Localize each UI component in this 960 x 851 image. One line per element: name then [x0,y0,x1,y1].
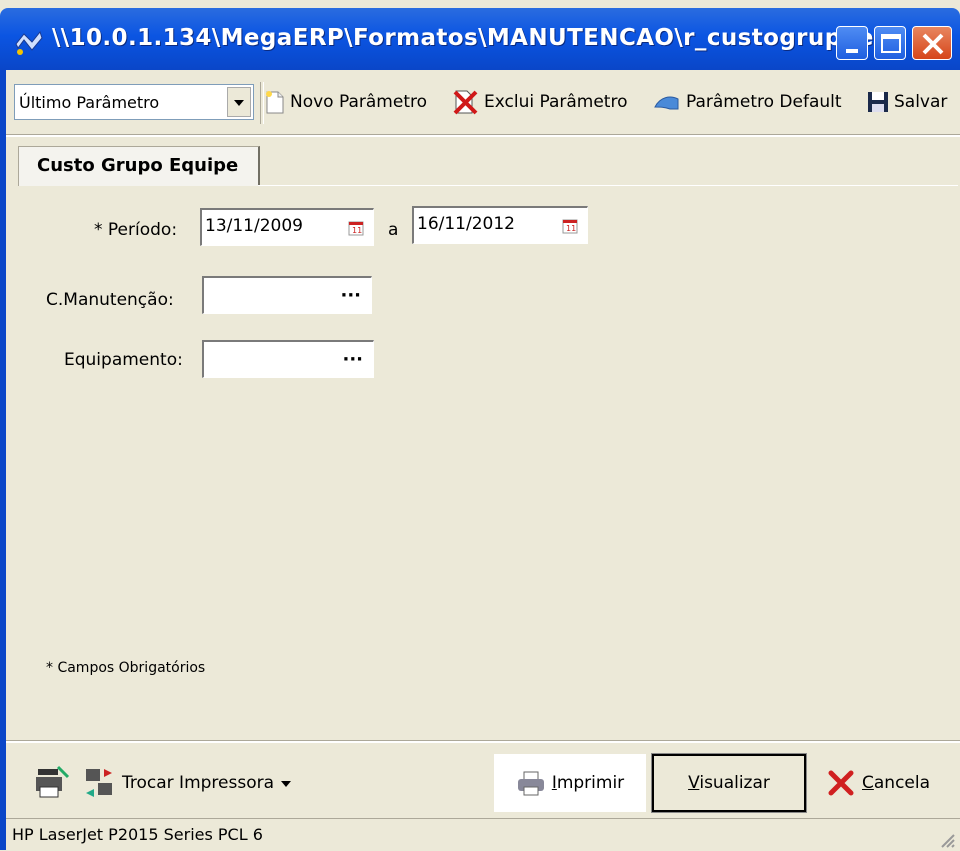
preview-mnemonic: V [688,773,700,793]
print-label: Imprimir [552,773,624,793]
change-printer-button[interactable]: Trocar Impressora [82,754,294,812]
svg-text:11: 11 [352,226,362,235]
cancel-label: Cancela [862,773,930,793]
delete-parameter-button[interactable]: Exclui Parâmetro [452,86,628,118]
cancel-label-rest: ancela [873,773,931,793]
change-printer-label: Trocar Impressora [122,773,275,793]
title-bar[interactable]: \\10.0.1.134\MegaERP\Formatos\MANUTENCAO… [0,8,960,70]
ellipsis-button[interactable]: ··· [342,349,363,370]
calendar-icon[interactable]: 11 [562,218,578,234]
close-icon [922,33,944,55]
maximize-icon [881,34,901,53]
svg-text:11: 11 [566,224,576,233]
parameter-select-value: Último Parâmetro [19,93,160,112]
app-icon [15,30,43,55]
minimize-icon [846,49,858,53]
resize-grip-icon[interactable] [936,829,956,849]
cancel-button[interactable]: Cancela [826,754,930,812]
window-title: \\10.0.1.134\MegaERP\Formatos\MANUTENCAO… [52,25,902,51]
manutencao-field[interactable]: ··· [202,276,372,314]
tab-label: Custo Grupo Equipe [37,155,239,176]
caret-down-icon [281,781,292,787]
delete-parameter-label: Exclui Parâmetro [484,92,628,112]
current-printer: HP LaserJet P2015 Series PCL 6 [12,825,263,844]
preview-label: Visualizar [688,773,770,793]
equipamento-field[interactable]: ··· [202,340,374,378]
cancel-x-icon [828,770,854,796]
maximize-button[interactable] [874,26,906,60]
panel-border [6,134,960,137]
swap-printer-icon [86,769,112,797]
dropdown-button[interactable] [227,87,251,117]
save-label: Salvar [894,92,948,112]
save-button[interactable]: Salvar [866,86,947,118]
required-fields-note: * Campos Obrigatórios [46,660,206,676]
preview-button[interactable]: Visualizar [651,753,807,813]
periodo-start-value: 13/11/2009 [205,216,303,236]
new-parameter-button[interactable]: Novo Parâmetro [264,86,427,118]
delete-document-icon [453,90,478,115]
cancel-mnemonic: C [862,773,874,793]
close-button[interactable] [912,26,952,60]
floppy-disk-icon [868,92,888,112]
periodo-label: * Período: [94,220,178,240]
status-bar: HP LaserJet P2015 Series PCL 6 [6,818,960,851]
equipamento-label: Equipamento: [64,350,183,370]
bottom-bar-border [6,740,960,743]
report-parameters-window: \\10.0.1.134\MegaERP\Formatos\MANUTENCAO… [0,0,960,851]
periodo-end-value: 16/11/2012 [417,214,515,234]
printer-setup-button[interactable] [34,754,72,812]
new-document-icon [266,91,284,114]
window-frame [0,70,6,850]
chevron-down-icon [234,100,244,106]
print-label-rest: mprimir [556,773,625,793]
periodo-start-field[interactable]: 13/11/2009 11 [200,208,374,246]
printer-icon [517,771,544,796]
calendar-icon[interactable]: 11 [348,220,364,236]
default-parameter-label: Parâmetro Default [686,92,842,112]
tab-divider [258,185,958,186]
ellipsis-button[interactable]: ··· [340,285,361,306]
toolbar: Último Parâmetro Novo Parâmetro Exclui P… [6,70,960,134]
new-parameter-label: Novo Parâmetro [290,92,427,112]
print-button[interactable]: Imprimir [494,754,646,812]
printer-setup-icon [36,765,70,798]
preview-label-rest: isualizar [699,773,770,793]
minimize-button[interactable] [836,26,868,60]
tab-custo-grupo-equipe[interactable]: Custo Grupo Equipe [18,146,260,186]
periodo-separator: a [388,220,399,240]
default-arrow-icon [654,96,679,110]
default-parameter-button[interactable]: Parâmetro Default [652,86,842,118]
parameter-select[interactable]: Último Parâmetro [14,84,254,120]
manutencao-label: C.Manutenção: [46,290,174,310]
periodo-end-field[interactable]: 16/11/2012 11 [412,206,588,244]
